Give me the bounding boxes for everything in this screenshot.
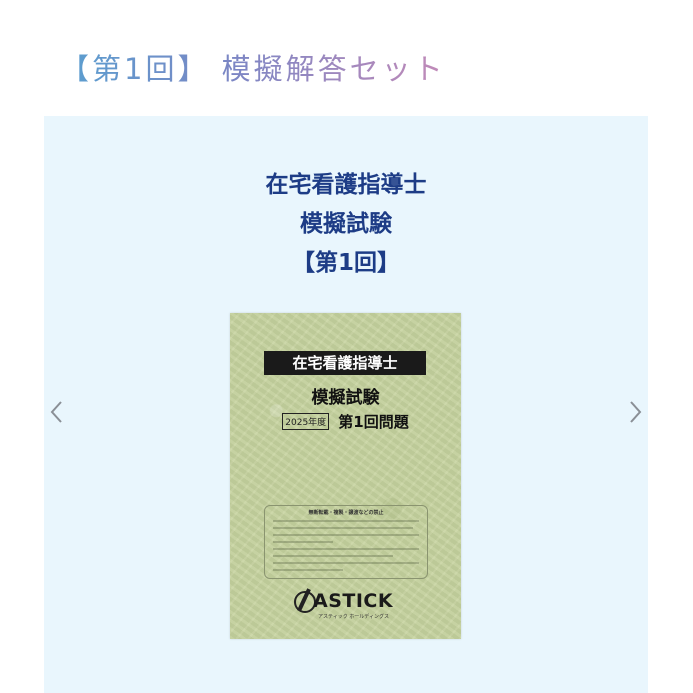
chevron-left-icon [50,401,62,423]
notice-text-line [273,534,419,536]
book-cover-image[interactable]: 在宅看護指導士 模擬試験 2025年度 第1回問題 無断転載・複製・譲渡などの禁… [230,313,461,639]
notice-text-line [273,562,419,564]
carousel-next-button[interactable] [624,396,648,428]
book-cover-year: 2025年度 [282,413,330,430]
book-cover-notice-box: 無断転載・複製・譲渡などの禁止 [264,505,428,579]
book-cover-notice-title: 無断転載・複製・譲渡などの禁止 [308,510,384,516]
notice-text-line [273,527,413,529]
book-cover-subtitle: 模擬試験 [311,388,380,408]
carousel-prev-button[interactable] [44,396,68,428]
astick-logo: ASTICK アスティック ホールディングス [294,587,404,621]
product-title-line-1: 在宅看護指導士 [265,172,427,198]
product-title-line-2: 模擬試験 [300,211,392,237]
book-cover-banner: 在宅看護指導士 [264,351,426,375]
product-image-panel: 在宅看護指導士 模擬試験 【第1回】 在宅看護指導士 模擬試験 2025年度 第… [44,116,648,693]
notice-text-line [273,520,419,522]
logo-subtext: アスティック ホールディングス [318,614,389,620]
notice-text-line [273,569,343,571]
logo-text: ASTICK [313,590,394,612]
section-heading: 【第1回】 模擬解答セット [60,46,446,88]
notice-text-line [273,541,333,543]
product-title: 在宅看護指導士 模擬試験 【第1回】 [44,166,648,283]
product-page: 【第1回】 模擬解答セット 在宅看護指導士 模擬試験 【第1回】 在宅看護指導士… [0,0,693,693]
chevron-right-icon [630,401,642,423]
book-cover-exam: 第1回問題 [338,413,409,431]
book-cover-exam-row: 2025年度 第1回問題 [230,411,461,432]
product-title-line-3: 【第1回】 [291,250,400,276]
notice-text-line [273,555,393,557]
notice-text-line [273,548,419,550]
